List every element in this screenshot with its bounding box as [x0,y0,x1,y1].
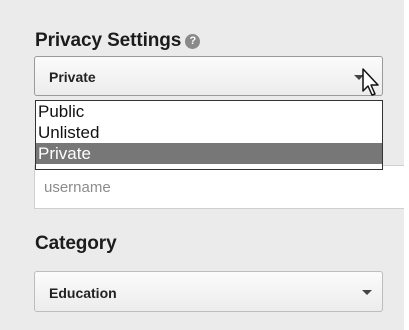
privacy-option-private[interactable]: Private [36,143,382,164]
privacy-option-unlisted[interactable]: Unlisted [36,122,382,143]
category-heading: Category [35,233,117,254]
username-input[interactable]: username [34,165,404,209]
privacy-settings-label: Privacy Settings [35,30,182,51]
category-select[interactable]: Education [34,271,383,312]
privacy-option-public[interactable]: Public [36,101,382,122]
category-selected-value: Education [49,285,117,301]
mouse-pointer-icon [362,68,379,96]
username-placeholder: username [44,179,111,196]
privacy-options-list: Public Unlisted Private [35,100,383,170]
privacy-selected-value: Private [49,69,96,85]
privacy-select[interactable]: Private [34,56,383,96]
help-icon[interactable]: ? [185,34,201,49]
chevron-down-icon [362,290,372,295]
panel-edge [404,0,409,330]
privacy-settings-heading: Privacy Settings? [35,30,201,52]
